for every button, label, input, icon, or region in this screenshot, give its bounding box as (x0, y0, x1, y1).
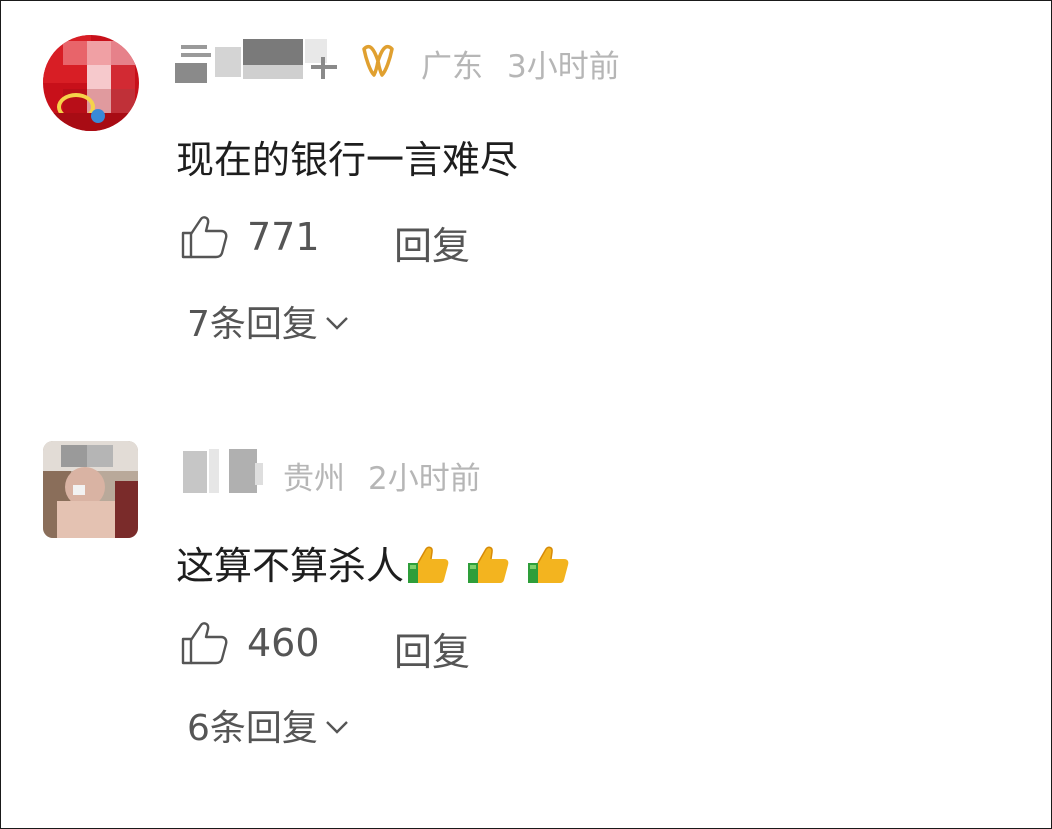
thumbs-up-emoji (528, 546, 569, 583)
thumbs-up-icon[interactable] (179, 213, 229, 261)
location-label: 贵州 (283, 461, 345, 497)
thumbs-up-emoji (468, 546, 509, 583)
comment-text-content: 这算不算杀人 (176, 544, 405, 588)
avatar[interactable] (43, 35, 139, 131)
username[interactable] (171, 39, 337, 83)
chevron-down-icon (326, 317, 348, 330)
emoji-group (406, 545, 574, 594)
replies-count-label: 6条回复 (187, 708, 318, 749)
gold-ribbon-icon (362, 44, 394, 77)
like-count: 771 (247, 215, 320, 259)
like-count: 460 (247, 621, 320, 665)
action-bar: 460 回复 (179, 619, 509, 674)
comment-item: 广东 3小时前 现在的银行一言难尽 771 回复 7条回复 (1, 1, 1051, 401)
user-meta-row: 贵州 2小时前 (179, 449, 509, 497)
reply-button[interactable]: 回复 (394, 215, 470, 270)
timestamp: 2小时前 (368, 461, 481, 497)
view-replies-link[interactable]: 7条回复 (187, 295, 350, 347)
comment-text: 这算不算杀人 (176, 535, 574, 594)
thumbs-up-icon[interactable] (179, 619, 229, 667)
view-replies-link[interactable]: 6条回复 (187, 699, 350, 751)
thumbs-up-emoji (408, 546, 449, 583)
location-label: 广东 (421, 49, 483, 85)
user-meta-row: 广东 3小时前 (171, 39, 641, 85)
comment-text: 现在的银行一言难尽 (176, 138, 519, 182)
action-bar: 771 回复 (179, 213, 509, 268)
avatar[interactable] (43, 441, 138, 538)
comment-item: 贵州 2小时前 这算不算杀人 460 回复 6条回复 (1, 401, 1051, 828)
replies-count-label: 7条回复 (187, 304, 318, 345)
username[interactable] (179, 449, 269, 493)
comment-list: 广东 3小时前 现在的银行一言难尽 771 回复 7条回复 贵州 2小时前 这算… (0, 0, 1052, 829)
chevron-down-icon (326, 721, 348, 734)
reply-button[interactable]: 回复 (394, 621, 470, 676)
timestamp: 3小时前 (507, 49, 620, 85)
